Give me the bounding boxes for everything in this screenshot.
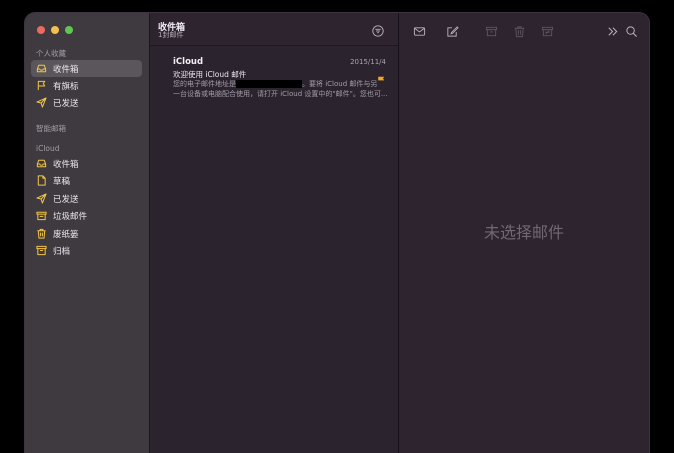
minimize-button[interactable] (51, 26, 59, 34)
paperplane-icon (36, 193, 47, 204)
message-date: 2015/11/4 (350, 58, 386, 66)
inbox-icon (36, 158, 47, 169)
mail-window: 个人收藏 收件箱 有旗标 已发送 智能邮箱 iCloud 收件箱 草稿 已发送 … (25, 13, 649, 453)
trash-icon[interactable] (513, 23, 526, 38)
message-count: 1封邮件 (158, 31, 184, 39)
sidebar-item-icloud-drafts[interactable]: 草稿 (31, 172, 142, 189)
sidebar-item-label: 废纸篓 (53, 229, 79, 240)
archive-icon[interactable] (485, 23, 498, 37)
envelope-icon[interactable] (413, 23, 426, 36)
trash-icon (36, 228, 47, 239)
message-preview: 您的电子邮件地址是 。要将 iCloud 邮件与另 一台设备或电脑配合使用，请打开… (173, 79, 388, 99)
smart-mailboxes-section-title[interactable]: 智能邮箱 (36, 123, 66, 134)
message-list-pane: 收件箱 1封邮件 iCloud 2015/11/4 欢迎使用 iCloud 邮件… (150, 13, 399, 453)
list-item[interactable]: iCloud 2015/11/4 欢迎使用 iCloud 邮件 您的电子邮件地址… (150, 55, 398, 107)
flag-icon (377, 69, 385, 84)
sidebar: 个人收藏 收件箱 有旗标 已发送 智能邮箱 iCloud 收件箱 草稿 已发送 … (25, 13, 150, 453)
search-icon[interactable] (625, 23, 638, 38)
sidebar-item-label: 垃圾邮件 (53, 211, 88, 222)
flag-icon (36, 80, 47, 91)
sidebar-item-label: 已发送 (53, 98, 79, 109)
sidebar-item-label: 已发送 (53, 194, 79, 205)
junk-icon[interactable] (541, 23, 554, 37)
sidebar-item-icloud-junk[interactable]: 垃圾邮件 (31, 207, 142, 224)
preview-text-start: 您的电子邮件地址是 (173, 80, 236, 88)
sidebar-item-label: 草稿 (53, 176, 71, 187)
message-list-header: 收件箱 1封邮件 (150, 13, 398, 46)
sidebar-item-icloud-inbox[interactable]: 收件箱 (31, 155, 142, 172)
preview-text-end: 一台设备或电脑配合使用，请打开 iCloud 设置中的"邮件"。您也可... (173, 90, 388, 98)
zoom-button[interactable] (65, 26, 73, 34)
sidebar-item-label: 收件箱 (53, 159, 79, 170)
chevron-double-right-icon[interactable] (606, 23, 619, 36)
paperplane-icon (36, 97, 47, 108)
compose-icon[interactable] (446, 23, 459, 37)
draft-icon (36, 175, 47, 186)
sidebar-item-icloud-archive[interactable]: 归档 (31, 242, 142, 259)
no-message-selected-text: 未选择邮件 (483, 223, 564, 242)
inbox-icon (36, 63, 47, 74)
message-sender: iCloud (173, 57, 204, 67)
sidebar-item-favorites-flagged[interactable]: 有旗标 (31, 77, 142, 94)
message-viewer: 未选择邮件 (399, 13, 649, 453)
sidebar-item-icloud-trash[interactable]: 废纸篓 (31, 225, 142, 242)
sidebar-item-icloud-sent[interactable]: 已发送 (31, 190, 142, 207)
sidebar-item-label: 收件箱 (53, 64, 79, 75)
sidebar-item-label: 有旗标 (53, 81, 79, 92)
sidebar-item-label: 归档 (53, 246, 71, 257)
archive-icon (36, 245, 47, 256)
sidebar-item-favorites-sent[interactable]: 已发送 (31, 94, 142, 111)
favorites-section-title: 个人收藏 (36, 49, 66, 58)
window-controls (37, 26, 73, 34)
close-button[interactable] (37, 26, 45, 34)
preview-text-middle: 。要将 iCloud 邮件与另 (302, 80, 378, 88)
filter-icon[interactable] (372, 22, 384, 37)
icloud-section-title[interactable]: iCloud (36, 144, 60, 153)
redacted-address (236, 80, 302, 88)
sidebar-item-favorites-inbox[interactable]: 收件箱 (31, 60, 142, 77)
junk-icon (36, 210, 47, 221)
